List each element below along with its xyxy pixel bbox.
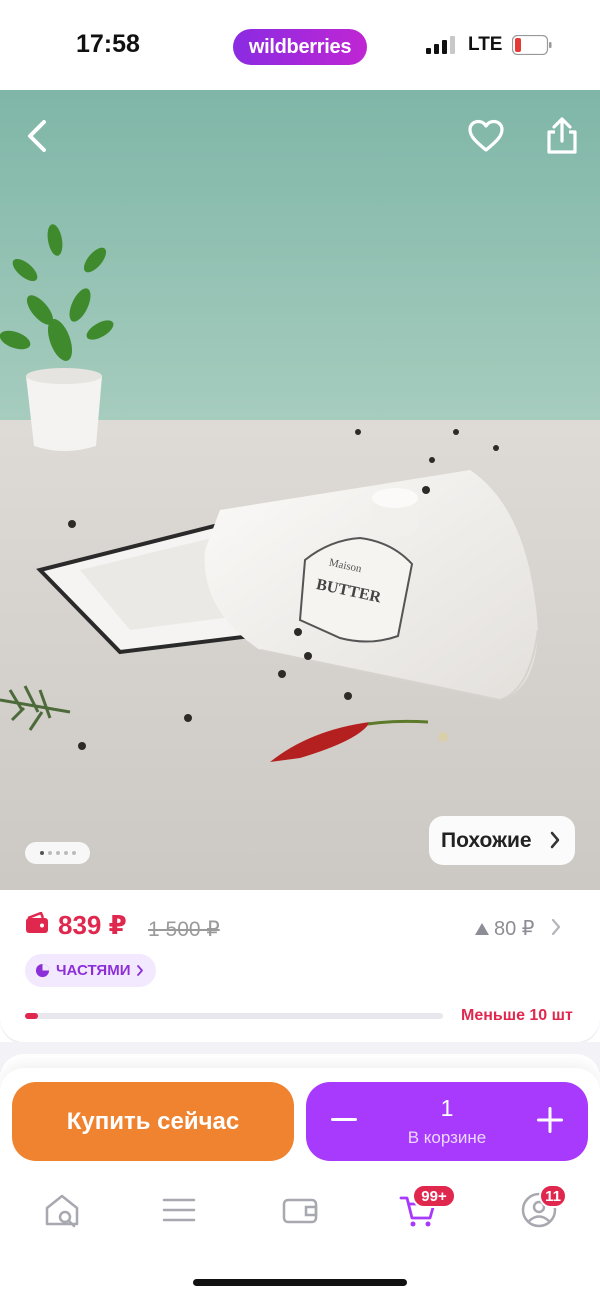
gallery-dot: [71, 851, 76, 855]
status-time: 17:58: [76, 30, 140, 58]
price-delta[interactable]: 80 ₽: [474, 916, 535, 941]
tab-bar: 99+ 11: [0, 1182, 600, 1242]
back-arrow-icon: [28, 120, 46, 152]
cart-quantity-control: 1 В корзине: [306, 1082, 588, 1161]
favorite-button[interactable]: [460, 110, 512, 162]
gallery-dot: [55, 851, 60, 855]
home-indicator: [193, 1279, 407, 1286]
catalog-icon[interactable]: [159, 1190, 199, 1230]
signal-icon: [426, 36, 455, 54]
gallery-indicator[interactable]: [25, 842, 90, 864]
home-search-icon[interactable]: [42, 1190, 82, 1230]
similar-button[interactable]: Похожие: [429, 816, 575, 865]
gallery-dot: [47, 851, 52, 855]
back-button[interactable]: [12, 110, 64, 162]
share-button[interactable]: [536, 110, 588, 162]
network-label: LTE: [468, 34, 503, 55]
similar-label: Похожие: [441, 828, 532, 852]
chevron-right-icon: [550, 831, 560, 849]
gallery-dot: [39, 851, 44, 855]
chevron-right-icon: [137, 965, 144, 976]
wallet-price-icon: [26, 912, 48, 933]
plus-icon: [537, 1107, 563, 1133]
status-bar: 17:58 wildberries LTE: [0, 0, 600, 90]
current-price: 839 ₽: [58, 910, 127, 940]
old-price: 1 500 ₽: [148, 918, 220, 941]
gallery-dot: [63, 851, 68, 855]
installments-label: ЧАСТЯМИ: [56, 962, 131, 979]
battery-icon: [512, 35, 552, 55]
product-gallery[interactable]: BUTTER Maison Похожие: [0, 90, 600, 890]
buy-now-button[interactable]: Купить сейчас: [12, 1082, 294, 1161]
chevron-right-icon[interactable]: [550, 917, 562, 937]
cart-badge: 99+: [412, 1184, 456, 1208]
price-card: 839 ₽ 1 500 ₽ 80 ₽ ЧАСТЯМИ Меньше 10 шт: [0, 890, 600, 1042]
increase-quantity-button[interactable]: [532, 1102, 568, 1138]
pie-chart-icon: [35, 963, 50, 978]
stock-progress-fill: [25, 1013, 38, 1019]
brand-logo[interactable]: wildberries: [233, 29, 367, 65]
wallet-icon[interactable]: [280, 1190, 320, 1230]
product-photo: BUTTER Maison: [0, 90, 600, 890]
installments-badge[interactable]: ЧАСТЯМИ: [25, 954, 157, 987]
stock-progress-bar: [25, 1013, 443, 1019]
profile-badge: 11: [539, 1184, 567, 1208]
triangle-up-icon: [475, 922, 489, 935]
share-icon: [547, 117, 577, 154]
heart-icon: [468, 119, 504, 152]
price-delta-value: 80 ₽: [494, 918, 535, 940]
stock-label: Меньше 10 шт: [461, 1007, 573, 1024]
